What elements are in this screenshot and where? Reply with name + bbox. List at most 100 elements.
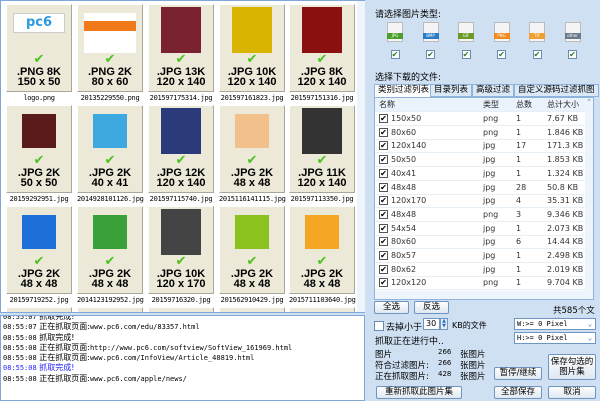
image-tile[interactable]: ✔ .JPG 2K 48 x 48 (219, 105, 285, 193)
image-item[interactable]: ✔ .JPG 2K 48 x 48 2014123192952.jpg (77, 206, 144, 306)
file-type-checkbox[interactable]: ✔ (568, 50, 577, 59)
table-horizontal-scrollbar[interactable] (375, 291, 593, 299)
file-type-checkbox[interactable]: ✔ (426, 50, 435, 59)
file-type-gif[interactable]: GIF ✔ (455, 22, 477, 60)
file-type-checkbox[interactable]: ✔ (532, 50, 542, 59)
file-type-checkbox[interactable]: ✔ (390, 50, 400, 59)
table-row[interactable]: ✔ 120x120 png 1 9.704 KB (375, 276, 587, 291)
image-info: .JPG 2K 48 x 48 (220, 168, 284, 189)
image-tile[interactable] (77, 307, 143, 312)
image-tile[interactable]: ✔ .JPG 2K 48 x 48 (289, 206, 355, 294)
image-item[interactable]: ✔ .JPG 10K 120 x 140 201597161823.jpg (219, 4, 285, 104)
image-tile[interactable]: ✔ .PNG 2K 80 x 60 (77, 4, 143, 92)
row-checkbox[interactable]: ✔ (379, 278, 388, 288)
image-item[interactable]: ✔ .JPG 2K 48 x 48 201562910429.jpg (219, 206, 285, 306)
row-checkbox[interactable]: ✔ (379, 127, 388, 137)
image-tile[interactable]: ✔ .JPG 12K 120 x 140 (148, 105, 214, 193)
column-header[interactable]: 总计大小 (547, 98, 579, 112)
file-type-tif[interactable]: TIF ✔ (526, 22, 548, 60)
row-checkbox[interactable]: ✔ (379, 209, 388, 219)
image-item[interactable]: pc6 ✔ .PNG 8K 150 x 50 logo.png (6, 4, 72, 104)
min-size-input[interactable]: 30 (423, 318, 440, 330)
image-item[interactable]: ✔ .JPG 11K 120 x 140 201597113350.jpg (289, 105, 355, 205)
tab-0[interactable]: 类别过滤列表 (374, 84, 434, 98)
image-tile[interactable] (148, 307, 214, 312)
image-tile[interactable]: ✔ .JPG 2K 48 x 48 (6, 206, 72, 294)
row-checkbox[interactable]: ✔ (379, 223, 388, 233)
table-row[interactable]: ✔ 48x48 png 3 9.346 KB (375, 208, 587, 222)
image-item[interactable]: ✔ .JPG 2K 50 x 50 20159292951.jpg (6, 105, 72, 205)
column-header[interactable]: 类型 (483, 98, 499, 112)
image-item[interactable]: ✔ .JPG 13K 120 x 140 201597175314.jpg (148, 4, 214, 104)
image-tile[interactable]: ✔ .JPG 13K 120 x 140 (148, 4, 214, 92)
image-tile[interactable] (289, 307, 355, 312)
column-header[interactable]: 总数 (516, 98, 532, 112)
table-vertical-scrollbar[interactable]: ⌃ (585, 98, 593, 292)
image-tile[interactable] (6, 307, 72, 312)
image-tile[interactable]: ✔ .JPG 8K 120 x 140 (289, 4, 355, 92)
image-tile[interactable] (219, 307, 285, 312)
file-type-jpg[interactable]: JPG ✔ (384, 22, 406, 60)
tab-1[interactable]: 目录列表 (430, 84, 473, 97)
image-tile[interactable]: ✔ .JPG 10K 120 x 170 (148, 206, 214, 294)
table-row[interactable]: ✔ 40x41 jpg 1 1.324 KB (375, 167, 587, 181)
file-type-checkbox[interactable]: ✔ (461, 50, 471, 59)
image-item[interactable]: ✔ .JPG 2K 48 x 48 2015711103640.jpg (289, 206, 356, 306)
row-checkbox[interactable]: ✔ (379, 237, 388, 247)
checkmark-icon: ✔ (175, 52, 187, 67)
column-header[interactable]: 名称 (379, 98, 395, 112)
table-row[interactable]: ✔ 50x50 jpg 1 1.853 KB (375, 153, 587, 168)
select-all-button[interactable]: 全选 (374, 301, 409, 314)
image-tile[interactable]: ✔ .JPG 10K 120 x 140 (219, 4, 285, 92)
save-checked-button[interactable]: 保存勾选的图片集 (548, 354, 596, 380)
table-row[interactable]: ✔ 54x54 jpg 1 2.073 KB (375, 222, 587, 236)
row-checkbox[interactable]: ✔ (379, 251, 388, 260)
file-type-checkbox[interactable]: ✔ (497, 50, 506, 59)
image-tile[interactable]: ✔ .JPG 11K 120 x 140 (289, 105, 355, 193)
file-type-bmp[interactable]: BMP ✔ (420, 22, 442, 60)
width-filter-select[interactable]: W:>= 0 Pixel ⌄ (514, 318, 596, 330)
image-item[interactable]: ✔ .JPG 2K 40 x 41 2014928101126.jpg (77, 105, 144, 205)
row-checkbox[interactable]: ✔ (379, 264, 388, 274)
cancel-button[interactable]: 取消 (548, 386, 596, 399)
image-tile[interactable]: ✔ .JPG 2K 50 x 50 (6, 105, 72, 193)
tab-3[interactable]: 自定义源码过滤抓图 (514, 84, 599, 97)
min-size-spinner[interactable]: ▲ ▼ (440, 318, 448, 330)
tab-2[interactable]: 高级过滤 (472, 84, 515, 97)
row-checkbox[interactable]: ✔ (379, 196, 388, 206)
min-size-checkbox[interactable] (374, 321, 384, 331)
table-row[interactable]: ✔ 80x60 png 1 1.846 KB (375, 126, 587, 140)
table-row[interactable]: ✔ 120x140 jpg 17 171.3 KB (375, 139, 587, 154)
pps-tv-logo-thumbnail (84, 13, 136, 53)
image-item[interactable]: ✔ .PNG 2K 80 x 60 20135229550.png (77, 4, 143, 104)
pause-resume-button[interactable]: 暂停/继续 (494, 367, 542, 380)
refetch-button[interactable]: 重新抓取此图片集 (376, 386, 462, 399)
height-filter-select[interactable]: H:>= 0 Pixel ⌄ (514, 332, 596, 344)
table-row[interactable]: ✔ 150x50 png 1 7.67 KB (375, 112, 587, 126)
table-row[interactable]: ✔ 80x60 jpg 6 14.44 KB (375, 235, 587, 250)
invert-selection-button[interactable]: 反选 (414, 301, 449, 314)
table-row[interactable]: ✔ 80x57 jpg 1 2.498 KB (375, 249, 587, 263)
file-type-png[interactable]: PNG ✔ (491, 22, 513, 60)
image-tile[interactable]: pc6 ✔ .PNG 8K 150 x 50 (6, 4, 72, 92)
row-checkbox[interactable]: ✔ (379, 155, 388, 165)
row-checkbox[interactable]: ✔ (379, 168, 388, 178)
image-tile[interactable]: ✔ .JPG 2K 48 x 48 (219, 206, 285, 294)
image-item[interactable]: ✔ .JPG 8K 120 x 140 201597151316.jpg (289, 4, 355, 104)
table-row[interactable]: ✔ 120x170 jpg 4 35.31 KB (375, 194, 587, 209)
image-item[interactable]: ✔ .JPG 12K 120 x 140 201597115740.jpg (148, 105, 214, 205)
table-row[interactable]: ✔ 80x62 jpg 1 2.019 KB (375, 263, 587, 277)
image-item[interactable]: ✔ .JPG 2K 48 x 48 20159719252.jpg (6, 206, 72, 306)
image-tile[interactable]: ✔ .JPG 2K 48 x 48 (77, 206, 143, 294)
row-checkbox[interactable]: ✔ (379, 182, 388, 192)
file-type-other[interactable]: other ✔ (562, 22, 584, 60)
row-checkbox[interactable]: ✔ (379, 114, 388, 123)
image-tile[interactable]: ✔ .JPG 2K 40 x 41 (77, 105, 143, 193)
row-checkbox[interactable]: ✔ (379, 141, 388, 151)
image-item[interactable]: ✔ .JPG 2K 48 x 48 2015116141115.jpg (219, 105, 286, 205)
row-cell: 17 (516, 141, 527, 151)
table-row[interactable]: ✔ 48x48 jpg 28 50.8 KB (375, 181, 587, 195)
save-all-button[interactable]: 全部保存 (494, 386, 542, 399)
gallery-scrollbar[interactable] (357, 1, 365, 312)
image-item[interactable]: ✔ .JPG 10K 120 x 170 20159716320.jpg (148, 206, 214, 306)
